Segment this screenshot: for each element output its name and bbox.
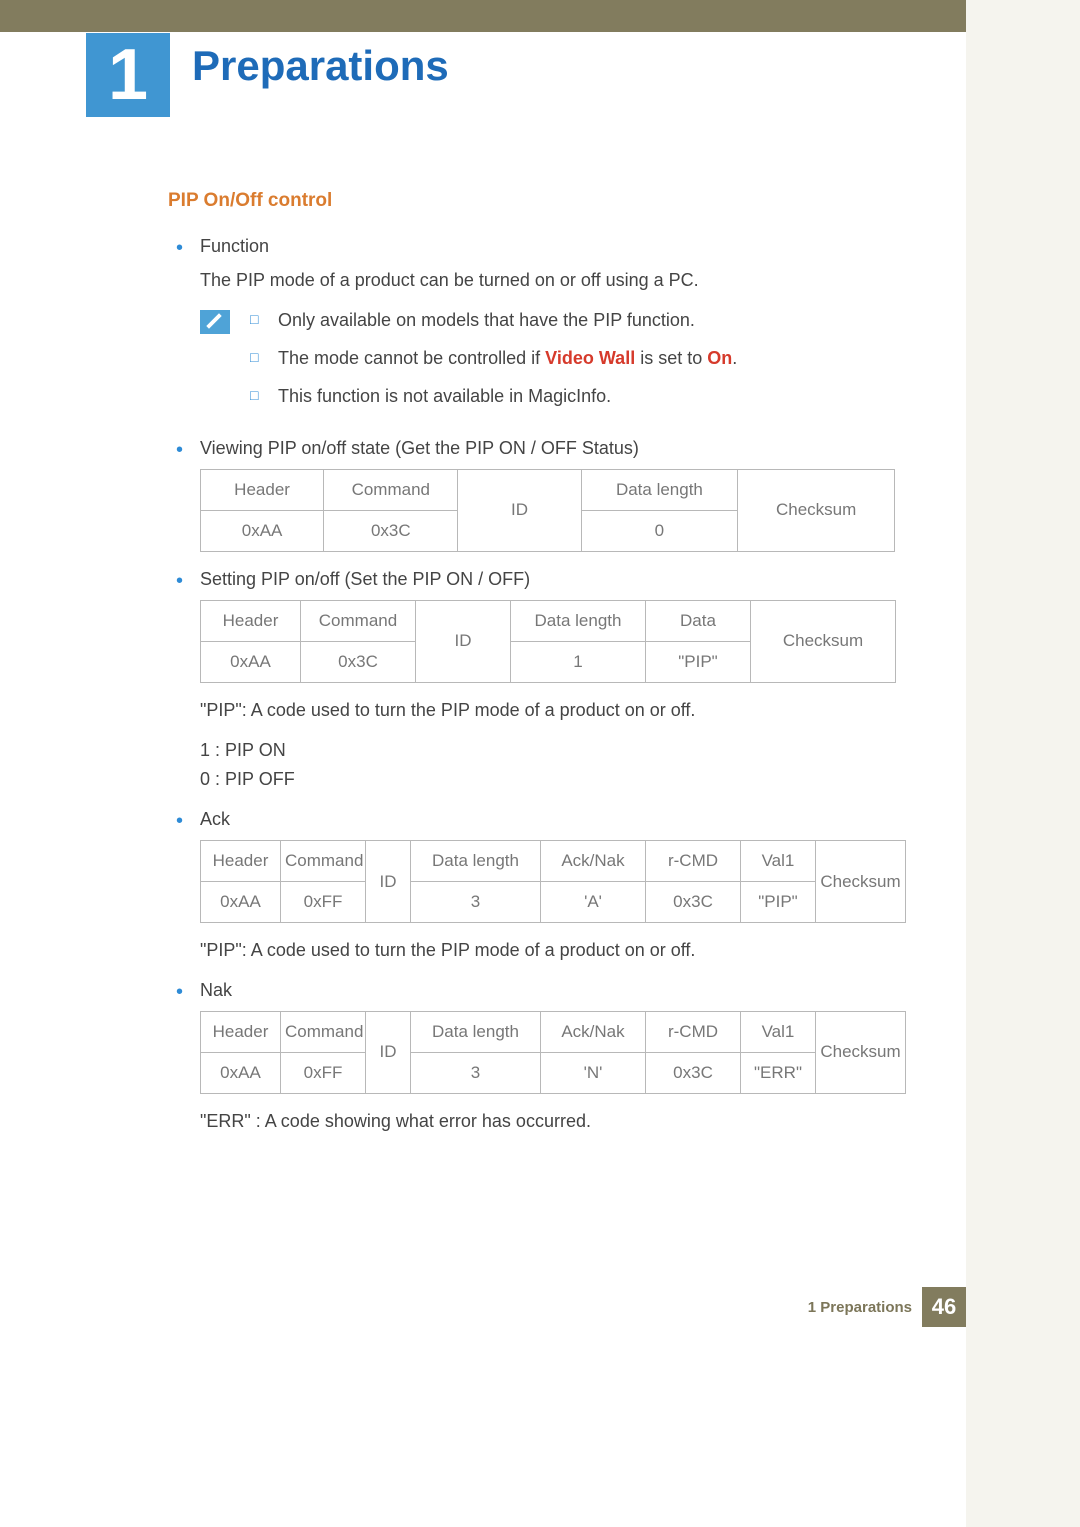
t2-v-header: 0xAA (201, 641, 301, 682)
chapter-title: Preparations (192, 42, 449, 90)
chapter-number: 1 (108, 34, 148, 116)
t3-v-header: 0xAA (201, 882, 281, 923)
note-2: The mode cannot be controlled if Video W… (248, 345, 737, 373)
t1-v-header: 0xAA (201, 510, 324, 551)
t4-h-checksum: Checksum (816, 1012, 906, 1094)
t4-v-datalen: 3 (411, 1053, 541, 1094)
table-nak: Header Command ID Data length Ack/Nak r-… (200, 1011, 906, 1094)
t3-h-datalen: Data length (411, 841, 541, 882)
t4-v-val1: "ERR" (741, 1053, 816, 1094)
t4-v-header: 0xAA (201, 1053, 281, 1094)
note-list: Only available on models that have the P… (248, 307, 737, 421)
t3-v-acknak: 'A' (541, 882, 646, 923)
t2-v-data: "PIP" (646, 641, 751, 682)
ack-item: Ack (168, 806, 912, 834)
table-ack: Header Command ID Data length Ack/Nak r-… (200, 840, 906, 923)
t4-h-header: Header (201, 1012, 281, 1053)
viewing-item: Viewing PIP on/off state (Get the PIP ON… (168, 435, 912, 463)
setting-item: Setting PIP on/off (Set the PIP ON / OFF… (168, 566, 912, 594)
t3-h-id: ID (366, 841, 411, 923)
footer: 1 Preparations 46 (808, 1287, 966, 1327)
pip-desc-1: "PIP": A code used to turn the PIP mode … (200, 697, 912, 725)
pip-off: 0 : PIP OFF (200, 766, 912, 794)
t1-h-header: Header (201, 469, 324, 510)
note-3: This function is not available in MagicI… (248, 383, 737, 411)
t4-v-command: 0xFF (281, 1053, 366, 1094)
t1-h-command: Command (324, 469, 458, 510)
t3-h-header: Header (201, 841, 281, 882)
t2-v-datalen: 1 (511, 641, 646, 682)
t2-h-data: Data (646, 600, 751, 641)
right-margin (966, 0, 1080, 1527)
t3-v-command: 0xFF (281, 882, 366, 923)
footer-page: 46 (922, 1287, 966, 1327)
nak-item: Nak (168, 977, 912, 1005)
t3-h-checksum: Checksum (816, 841, 906, 923)
ack-label: Ack (200, 809, 230, 829)
function-desc: The PIP mode of a product can be turned … (200, 267, 912, 295)
function-item: Function (168, 233, 912, 261)
t4-h-command: Command (281, 1012, 366, 1053)
content-area: PIP On/Off control Function The PIP mode… (168, 186, 912, 1148)
t3-v-datalen: 3 (411, 882, 541, 923)
note-icon (200, 310, 230, 334)
on-label: On (707, 348, 732, 368)
nak-label: Nak (200, 980, 232, 1000)
t2-h-command: Command (301, 600, 416, 641)
err-desc: "ERR" : A code showing what error has oc… (200, 1108, 912, 1136)
chapter-number-box: 1 (86, 33, 170, 117)
t4-h-datalen: Data length (411, 1012, 541, 1053)
header-bar (0, 0, 966, 32)
t1-h-id: ID (458, 469, 581, 551)
t4-v-acknak: 'N' (541, 1053, 646, 1094)
t4-h-rcmd: r-CMD (646, 1012, 741, 1053)
t4-v-rcmd: 0x3C (646, 1053, 741, 1094)
t3-h-command: Command (281, 841, 366, 882)
viewing-label: Viewing PIP on/off state (Get the PIP ON… (200, 438, 639, 458)
t4-h-acknak: Ack/Nak (541, 1012, 646, 1053)
t1-v-command: 0x3C (324, 510, 458, 551)
t2-h-checksum: Checksum (751, 600, 896, 682)
t1-v-datalen: 0 (581, 510, 738, 551)
t3-v-rcmd: 0x3C (646, 882, 741, 923)
setting-label: Setting PIP on/off (Set the PIP ON / OFF… (200, 569, 530, 589)
t2-h-header: Header (201, 600, 301, 641)
t3-h-val1: Val1 (741, 841, 816, 882)
function-label: Function (200, 236, 269, 256)
note-1: Only available on models that have the P… (248, 307, 737, 335)
footer-label: 1 Preparations (808, 1299, 912, 1316)
t3-h-acknak: Ack/Nak (541, 841, 646, 882)
ack-desc: "PIP": A code used to turn the PIP mode … (200, 937, 912, 965)
pip-on: 1 : PIP ON (200, 737, 912, 765)
table-get-status: Header Command ID Data length Checksum 0… (200, 469, 895, 552)
t2-h-datalen: Data length (511, 600, 646, 641)
section-heading: PIP On/Off control (168, 186, 912, 215)
t4-h-id: ID (366, 1012, 411, 1094)
t2-v-command: 0x3C (301, 641, 416, 682)
table-set: Header Command ID Data length Data Check… (200, 600, 896, 683)
t3-h-rcmd: r-CMD (646, 841, 741, 882)
t1-h-checksum: Checksum (738, 469, 895, 551)
t1-h-datalen: Data length (581, 469, 738, 510)
t2-h-id: ID (416, 600, 511, 682)
note-box: Only available on models that have the P… (200, 307, 912, 421)
t4-h-val1: Val1 (741, 1012, 816, 1053)
video-wall-label: Video Wall (545, 348, 635, 368)
t3-v-val1: "PIP" (741, 882, 816, 923)
